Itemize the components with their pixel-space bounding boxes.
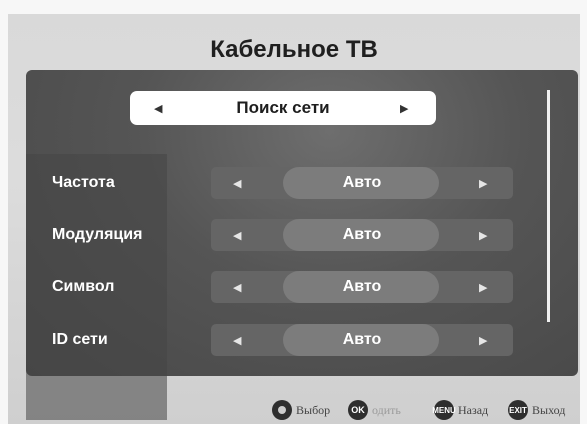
- frequency-value: Авто: [342, 174, 382, 191]
- hint-back-label: Назад: [458, 402, 489, 417]
- tv-screen: Кабельное ТВ ◀ Поиск сети ▶ Частота ◀ Ав…: [8, 14, 580, 424]
- right-arrow-icon[interactable]: ▶: [479, 334, 487, 347]
- frequency-field[interactable]: ◀ Авто ▶: [211, 167, 513, 199]
- frequency-label: Частота: [52, 174, 115, 191]
- page-title: Кабельное ТВ: [210, 36, 378, 63]
- settings-panel: ◀ Поиск сети ▶ Частота ◀ Авто ▶ Модуляци…: [26, 70, 578, 420]
- hint-exit: EXIT Выход: [508, 400, 565, 420]
- network-search-selector[interactable]: ◀ Поиск сети ▶: [130, 91, 436, 125]
- symbol-value: Авто: [342, 278, 382, 295]
- right-arrow-icon[interactable]: ▶: [479, 229, 487, 242]
- hint-back: MENU Назад: [432, 400, 489, 420]
- right-arrow-icon[interactable]: ▶: [479, 281, 487, 294]
- symbol-field[interactable]: ◀ Авто ▶: [211, 271, 513, 303]
- modulation-field[interactable]: ◀ Авто ▶: [211, 219, 513, 251]
- scrollbar[interactable]: [547, 90, 550, 322]
- network-search-value: Поиск сети: [236, 98, 330, 117]
- exit-button-icon: EXIT: [508, 400, 528, 420]
- hint-select: Выбор: [272, 400, 330, 420]
- network-id-label: ID сети: [52, 331, 108, 348]
- hint-select-label: Выбор: [296, 402, 331, 417]
- dpad-icon: [272, 400, 292, 420]
- right-arrow-icon[interactable]: ▶: [479, 177, 487, 190]
- hint-exit-label: Выход: [532, 402, 566, 417]
- ok-button-icon: OK: [348, 400, 368, 420]
- network-id-value: Авто: [342, 331, 382, 348]
- modulation-value: Авто: [342, 226, 382, 243]
- modulation-label: Модуляция: [52, 226, 143, 243]
- network-id-field[interactable]: ◀ Авто ▶: [211, 324, 513, 356]
- hint-enter-label: одить: [372, 402, 401, 417]
- hint-enter: OK одить: [348, 400, 401, 420]
- menu-button-icon: MENU: [432, 400, 456, 420]
- right-arrow-icon[interactable]: ▶: [400, 102, 408, 115]
- symbol-label: Символ: [52, 278, 115, 295]
- button-hints-bar: Выбор OK одить MENU Назад EXIT Выход: [8, 400, 580, 422]
